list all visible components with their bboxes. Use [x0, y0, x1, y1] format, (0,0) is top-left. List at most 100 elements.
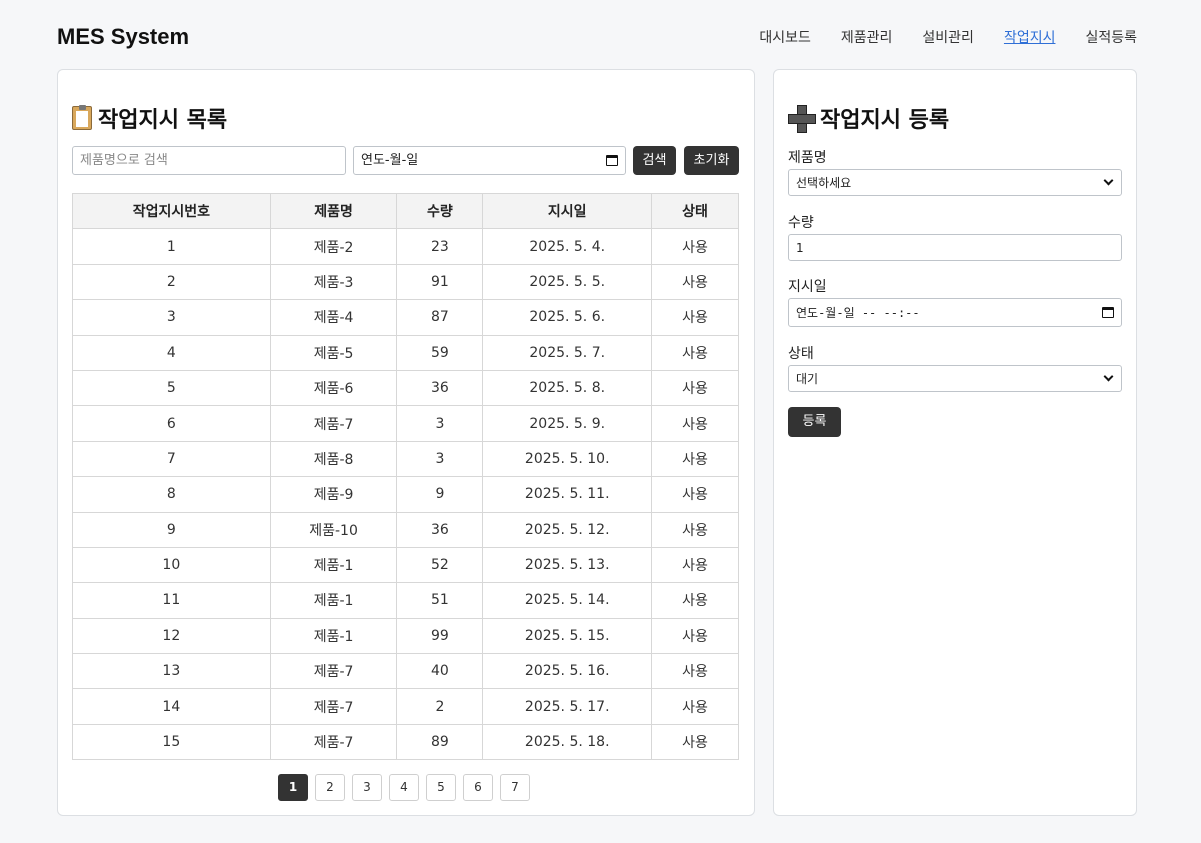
order-number-cell: 1 [72, 228, 271, 265]
page-button[interactable]: 3 [352, 774, 382, 801]
quantity-cell: 87 [396, 299, 484, 336]
quantity-cell: 36 [396, 369, 484, 407]
chevron-down-icon [1103, 175, 1114, 186]
product-name-cell: 제품-8 [269, 440, 398, 478]
calendar-icon[interactable] [606, 155, 618, 166]
status-cell: 사용 [651, 582, 739, 619]
plus-icon [788, 105, 816, 133]
table-row[interactable]: 10 제품-1 52 2025. 5. 13. 사용 [72, 546, 739, 584]
work-order-table: 작업지시번호 제품명 수량 지시일 상태 1 제품-2 23 2025. 5. 4. 사… [72, 192, 739, 761]
order-date-cell: 2025. 5. 6. [482, 299, 653, 336]
product-label: 제품명 [788, 150, 827, 166]
status-select[interactable]: 대기 [788, 365, 1122, 392]
table-header-row: 작업지시번호 제품명 수량 지시일 상태 [72, 192, 739, 230]
table-row[interactable]: 5 제품-6 36 2025. 5. 8. 사용 [72, 369, 739, 407]
table-row[interactable]: 4 제품-5 59 2025. 5. 7. 사용 [72, 334, 739, 371]
status-cell: 사용 [651, 263, 739, 301]
product-name-cell: 제품-2 [269, 228, 398, 265]
status-select-value: 대기 [796, 372, 819, 386]
order-date-cell: 2025. 5. 4. [482, 228, 653, 265]
table-row[interactable]: 8 제품-9 9 2025. 5. 11. 사용 [72, 476, 739, 513]
date-filter-placeholder: 연도-월-일 [361, 153, 419, 168]
quantity-cell: 40 [396, 653, 484, 690]
nav-results[interactable]: 실적등록 [1085, 27, 1137, 47]
main-nav: 대시보드 제품관리 설비관리 작업지시 실적등록 [759, 27, 1137, 47]
datetime-input[interactable]: 연도-월-일 -- --:-- [788, 298, 1122, 327]
status-cell: 사용 [651, 617, 739, 655]
table-row[interactable]: 12 제품-1 99 2025. 5. 15. 사용 [72, 617, 739, 655]
status-cell: 사용 [651, 228, 739, 265]
status-cell: 사용 [651, 440, 739, 478]
product-name-cell: 제품-4 [269, 299, 398, 336]
table-row[interactable]: 1 제품-2 23 2025. 5. 4. 사용 [72, 228, 739, 265]
order-number-cell: 15 [72, 723, 271, 761]
product-name-cell: 제품-7 [269, 653, 398, 690]
page-button[interactable]: 6 [463, 774, 493, 801]
table-row[interactable]: 14 제품-7 2 2025. 5. 17. 사용 [72, 688, 739, 725]
search-button[interactable]: 검색 [633, 146, 676, 175]
order-date-cell: 2025. 5. 7. [482, 334, 653, 371]
date-filter-input[interactable]: 연도-월-일 [353, 146, 626, 175]
order-number-cell: 7 [72, 440, 271, 478]
order-number-cell: 10 [72, 546, 271, 584]
table-row[interactable]: 15 제품-7 89 2025. 5. 18. 사용 [72, 723, 739, 761]
product-search-input[interactable]: 제품명으로 검색 [72, 146, 346, 175]
datetime-placeholder: 연도-월-일 -- --:-- [796, 306, 920, 320]
order-number-cell: 2 [72, 263, 271, 301]
table-row[interactable]: 2 제품-3 91 2025. 5. 5. 사용 [72, 263, 739, 301]
status-cell: 사용 [651, 653, 739, 690]
page-button[interactable]: 4 [389, 774, 419, 801]
status-cell: 사용 [651, 511, 739, 548]
product-name-cell: 제품-7 [269, 405, 398, 442]
quantity-cell: 99 [396, 617, 484, 655]
table-row[interactable]: 3 제품-4 87 2025. 5. 6. 사용 [72, 299, 739, 336]
order-number-cell: 14 [72, 688, 271, 725]
nav-equipment[interactable]: 설비관리 [922, 27, 974, 47]
column-header: 상태 [651, 192, 739, 230]
column-header: 제품명 [269, 192, 398, 230]
quantity-cell: 3 [396, 405, 484, 442]
list-title: 작업지시 목록 [72, 102, 227, 134]
product-name-cell: 제품-1 [269, 546, 398, 584]
page-button[interactable]: 1 [278, 774, 308, 801]
order-date-cell: 2025. 5. 17. [482, 688, 653, 725]
order-date-cell: 2025. 5. 12. [482, 511, 653, 548]
order-number-cell: 5 [72, 369, 271, 407]
page-button[interactable]: 7 [500, 774, 530, 801]
quantity-cell: 91 [396, 263, 484, 301]
nav-products[interactable]: 제품관리 [841, 27, 893, 47]
status-cell: 사용 [651, 299, 739, 336]
submit-button[interactable]: 등록 [788, 407, 841, 437]
app-title: MES System [57, 24, 190, 49]
column-header: 수량 [396, 192, 484, 230]
product-select[interactable]: 선택하세요 [788, 169, 1122, 196]
calendar-icon[interactable] [1102, 307, 1114, 318]
quantity-cell: 52 [396, 546, 484, 584]
table-row[interactable]: 11 제품-1 51 2025. 5. 14. 사용 [72, 582, 739, 619]
table-row[interactable]: 7 제품-8 3 2025. 5. 10. 사용 [72, 440, 739, 478]
reset-button[interactable]: 초기화 [684, 146, 739, 175]
app-header: MES System 대시보드 제품관리 설비관리 작업지시 실적등록 [57, 22, 1137, 54]
page-button[interactable]: 2 [315, 774, 345, 801]
status-cell: 사용 [651, 476, 739, 513]
order-date-cell: 2025. 5. 13. [482, 546, 653, 584]
table-row[interactable]: 13 제품-7 40 2025. 5. 16. 사용 [72, 653, 739, 690]
quantity-value: 1 [796, 240, 804, 255]
work-order-form-panel: 작업지시 등록 제품명 선택하세요 수량 1 지시일 연도-월-일 -- --:… [773, 69, 1137, 816]
table-row[interactable]: 6 제품-7 3 2025. 5. 9. 사용 [72, 405, 739, 442]
quantity-cell: 59 [396, 334, 484, 371]
quantity-cell: 51 [396, 582, 484, 619]
page-button[interactable]: 5 [426, 774, 456, 801]
table-row[interactable]: 9 제품-10 36 2025. 5. 12. 사용 [72, 511, 739, 548]
status-cell: 사용 [651, 405, 739, 442]
order-date-cell: 2025. 5. 9. [482, 405, 653, 442]
order-date-cell: 2025. 5. 14. [482, 582, 653, 619]
pagination: 1 2 3 4 5 6 7 [278, 774, 530, 801]
order-number-cell: 11 [72, 582, 271, 619]
nav-work-orders[interactable]: 작업지시 [1004, 27, 1056, 47]
quantity-cell: 9 [396, 476, 484, 513]
clipboard-icon [72, 105, 92, 130]
product-name-cell: 제품-3 [269, 263, 398, 301]
quantity-input[interactable]: 1 [788, 234, 1122, 261]
nav-dashboard[interactable]: 대시보드 [759, 27, 811, 47]
